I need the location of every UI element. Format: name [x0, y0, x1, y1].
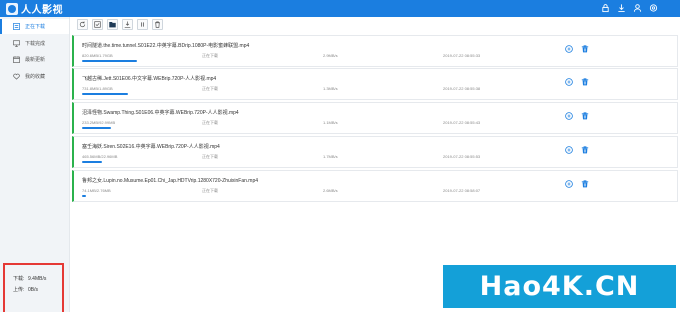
task-time: 2019-07-22 08:55:43 — [443, 120, 481, 125]
task-size: 731.8MB/1.89GB — [82, 86, 113, 91]
task-status: 正在下载 — [202, 86, 218, 91]
sidebar: 正在下载 下载完成 最新更新 我的收藏 下载: 9.4MB/s 上传: 0B/s — [0, 17, 70, 312]
upload-speed-label: 上传: — [13, 287, 25, 293]
select-all-button[interactable] — [92, 19, 103, 30]
task-speed: 1.1MB/s — [323, 120, 338, 125]
task-delete-icon[interactable] — [581, 45, 589, 53]
task-progress-fill — [82, 195, 86, 197]
task-row[interactable]: 塞壬海妖.Siren.S02E16.中英字幕.WEBrip.720P-人人影视.… — [72, 136, 678, 168]
sidebar-item-completed[interactable]: 下载完成 — [0, 36, 69, 51]
pause-icon — [141, 22, 144, 27]
heart-icon — [13, 73, 20, 80]
task-progress-fill — [82, 161, 102, 163]
task-progress-fill — [82, 93, 128, 95]
task-size: 233.2MB/92.99MB — [82, 120, 116, 125]
task-status: 正在下载 — [202, 154, 218, 159]
task-time: 2019-07-22 08:58:07 — [443, 188, 481, 193]
trash-icon — [155, 21, 160, 28]
speed-indicator: 下载: 9.4MB/s 上传: 0B/s — [3, 263, 64, 312]
app-name: 人人影视 — [21, 5, 63, 16]
app-brand: 人人影视 — [6, 2, 63, 16]
folder-icon — [109, 22, 116, 28]
task-filename: 沼泽怪物.Swamp.Thing.S01E06.中英字幕.WEBrip.720P… — [82, 110, 239, 116]
task-speed: 1.3MB/s — [323, 86, 338, 91]
lock-icon[interactable] — [601, 3, 610, 13]
open-folder-button[interactable] — [107, 19, 118, 30]
task-delete-icon[interactable] — [581, 180, 589, 188]
user-icon[interactable] — [633, 3, 642, 13]
delete-all-button[interactable] — [152, 19, 163, 30]
task-status: 正在下载 — [202, 188, 218, 193]
task-time: 2019-07-22 08:55:33 — [443, 53, 481, 58]
task-progress-bar — [82, 127, 204, 129]
settings-icon[interactable] — [649, 3, 658, 13]
task-time: 2019-07-22 08:55:53 — [443, 154, 481, 159]
sidebar-item-label: 最新更新 — [25, 57, 46, 63]
upload-speed-row: 上传: 0B/s — [13, 284, 62, 295]
task-row[interactable]: 飞越古稀.Jett.S01E06.中文字幕.WEBrip.720P-人人影视.m… — [72, 68, 678, 100]
task-delete-icon[interactable] — [581, 78, 589, 86]
task-progress-bar — [82, 161, 204, 163]
task-row[interactable]: 时间隧道.the.time.tunnel.S01E22.中英字幕.BDrip.1… — [72, 35, 678, 67]
sidebar-item-downloading[interactable]: 正在下载 — [0, 19, 69, 34]
task-progress-fill — [82, 60, 137, 62]
task-row[interactable]: 鲁邦之女.Lupin.no.Musume.Ep01.Chi_Jap.HDTVri… — [72, 170, 678, 202]
task-toolbar — [77, 19, 163, 30]
sidebar-item-label: 我的收藏 — [25, 74, 46, 80]
task-progress-bar — [82, 60, 204, 62]
download-speed-label: 下载: — [13, 276, 25, 282]
task-pause-icon[interactable] — [565, 78, 573, 86]
task-progress-bar — [82, 195, 204, 197]
sidebar-item-label: 下载完成 — [25, 41, 46, 47]
sidebar-item-label: 正在下载 — [25, 24, 46, 30]
task-filename: 时间隧道.the.time.tunnel.S01E22.中英字幕.BDrip.1… — [82, 43, 250, 49]
task-filename: 塞壬海妖.Siren.S02E16.中英字幕.WEBrip.720P-人人影视.… — [82, 144, 220, 150]
calendar-icon — [13, 56, 20, 63]
checklist-icon — [94, 21, 101, 28]
task-delete-icon[interactable] — [581, 112, 589, 120]
task-progress-fill — [82, 127, 111, 129]
pause-all-button[interactable] — [137, 19, 148, 30]
task-row[interactable]: 沼泽怪物.Swamp.Thing.S01E06.中英字幕.WEBrip.720P… — [72, 102, 678, 134]
top-toolbar — [601, 3, 658, 13]
download-speed-value: 9.4MB/s — [28, 275, 47, 282]
task-pause-icon[interactable] — [565, 146, 573, 154]
task-size: 465.56MB/22.96MB — [82, 154, 118, 159]
task-status: 正在下载 — [202, 53, 218, 58]
task-pause-icon[interactable] — [565, 112, 573, 120]
monitor-icon — [13, 40, 20, 47]
app-logo-icon — [6, 2, 18, 15]
sidebar-item-favorites[interactable]: 我的收藏 — [0, 69, 69, 84]
task-speed: 2.6MB/s — [323, 188, 338, 193]
download-speed-row: 下载: 9.4MB/s — [13, 273, 62, 284]
download-list-icon — [13, 23, 20, 30]
sidebar-item-latest[interactable]: 最新更新 — [0, 52, 69, 67]
task-speed: 1.7MB/s — [323, 154, 338, 159]
task-filename: 飞越古稀.Jett.S01E06.中文字幕.WEBrip.720P-人人影视.m… — [82, 76, 217, 82]
watermark-text: Hao4K.CN — [479, 271, 640, 302]
upload-speed-value: 0B/s — [28, 286, 39, 293]
task-status: 正在下载 — [202, 120, 218, 125]
task-size: 74.1MB/2.76MB — [82, 188, 111, 193]
import-button[interactable] — [122, 19, 133, 30]
refresh-icon — [79, 21, 86, 28]
watermark: Hao4K.CN — [443, 265, 676, 308]
task-delete-icon[interactable] — [581, 146, 589, 154]
download-icon[interactable] — [617, 3, 626, 13]
import-icon — [124, 21, 131, 28]
task-pause-icon[interactable] — [565, 180, 573, 188]
task-pause-icon[interactable] — [565, 45, 573, 53]
task-filename: 鲁邦之女.Lupin.no.Musume.Ep01.Chi_Jap.HDTVri… — [82, 178, 259, 184]
refresh-button[interactable] — [77, 19, 88, 30]
task-size: 820.6MB/1.79GB — [82, 53, 113, 58]
task-progress-bar — [82, 93, 204, 95]
task-time: 2019-07-22 08:55:38 — [443, 86, 481, 91]
title-bar: 人人影视 — [0, 0, 680, 17]
task-speed: 2.9MB/s — [323, 53, 338, 58]
